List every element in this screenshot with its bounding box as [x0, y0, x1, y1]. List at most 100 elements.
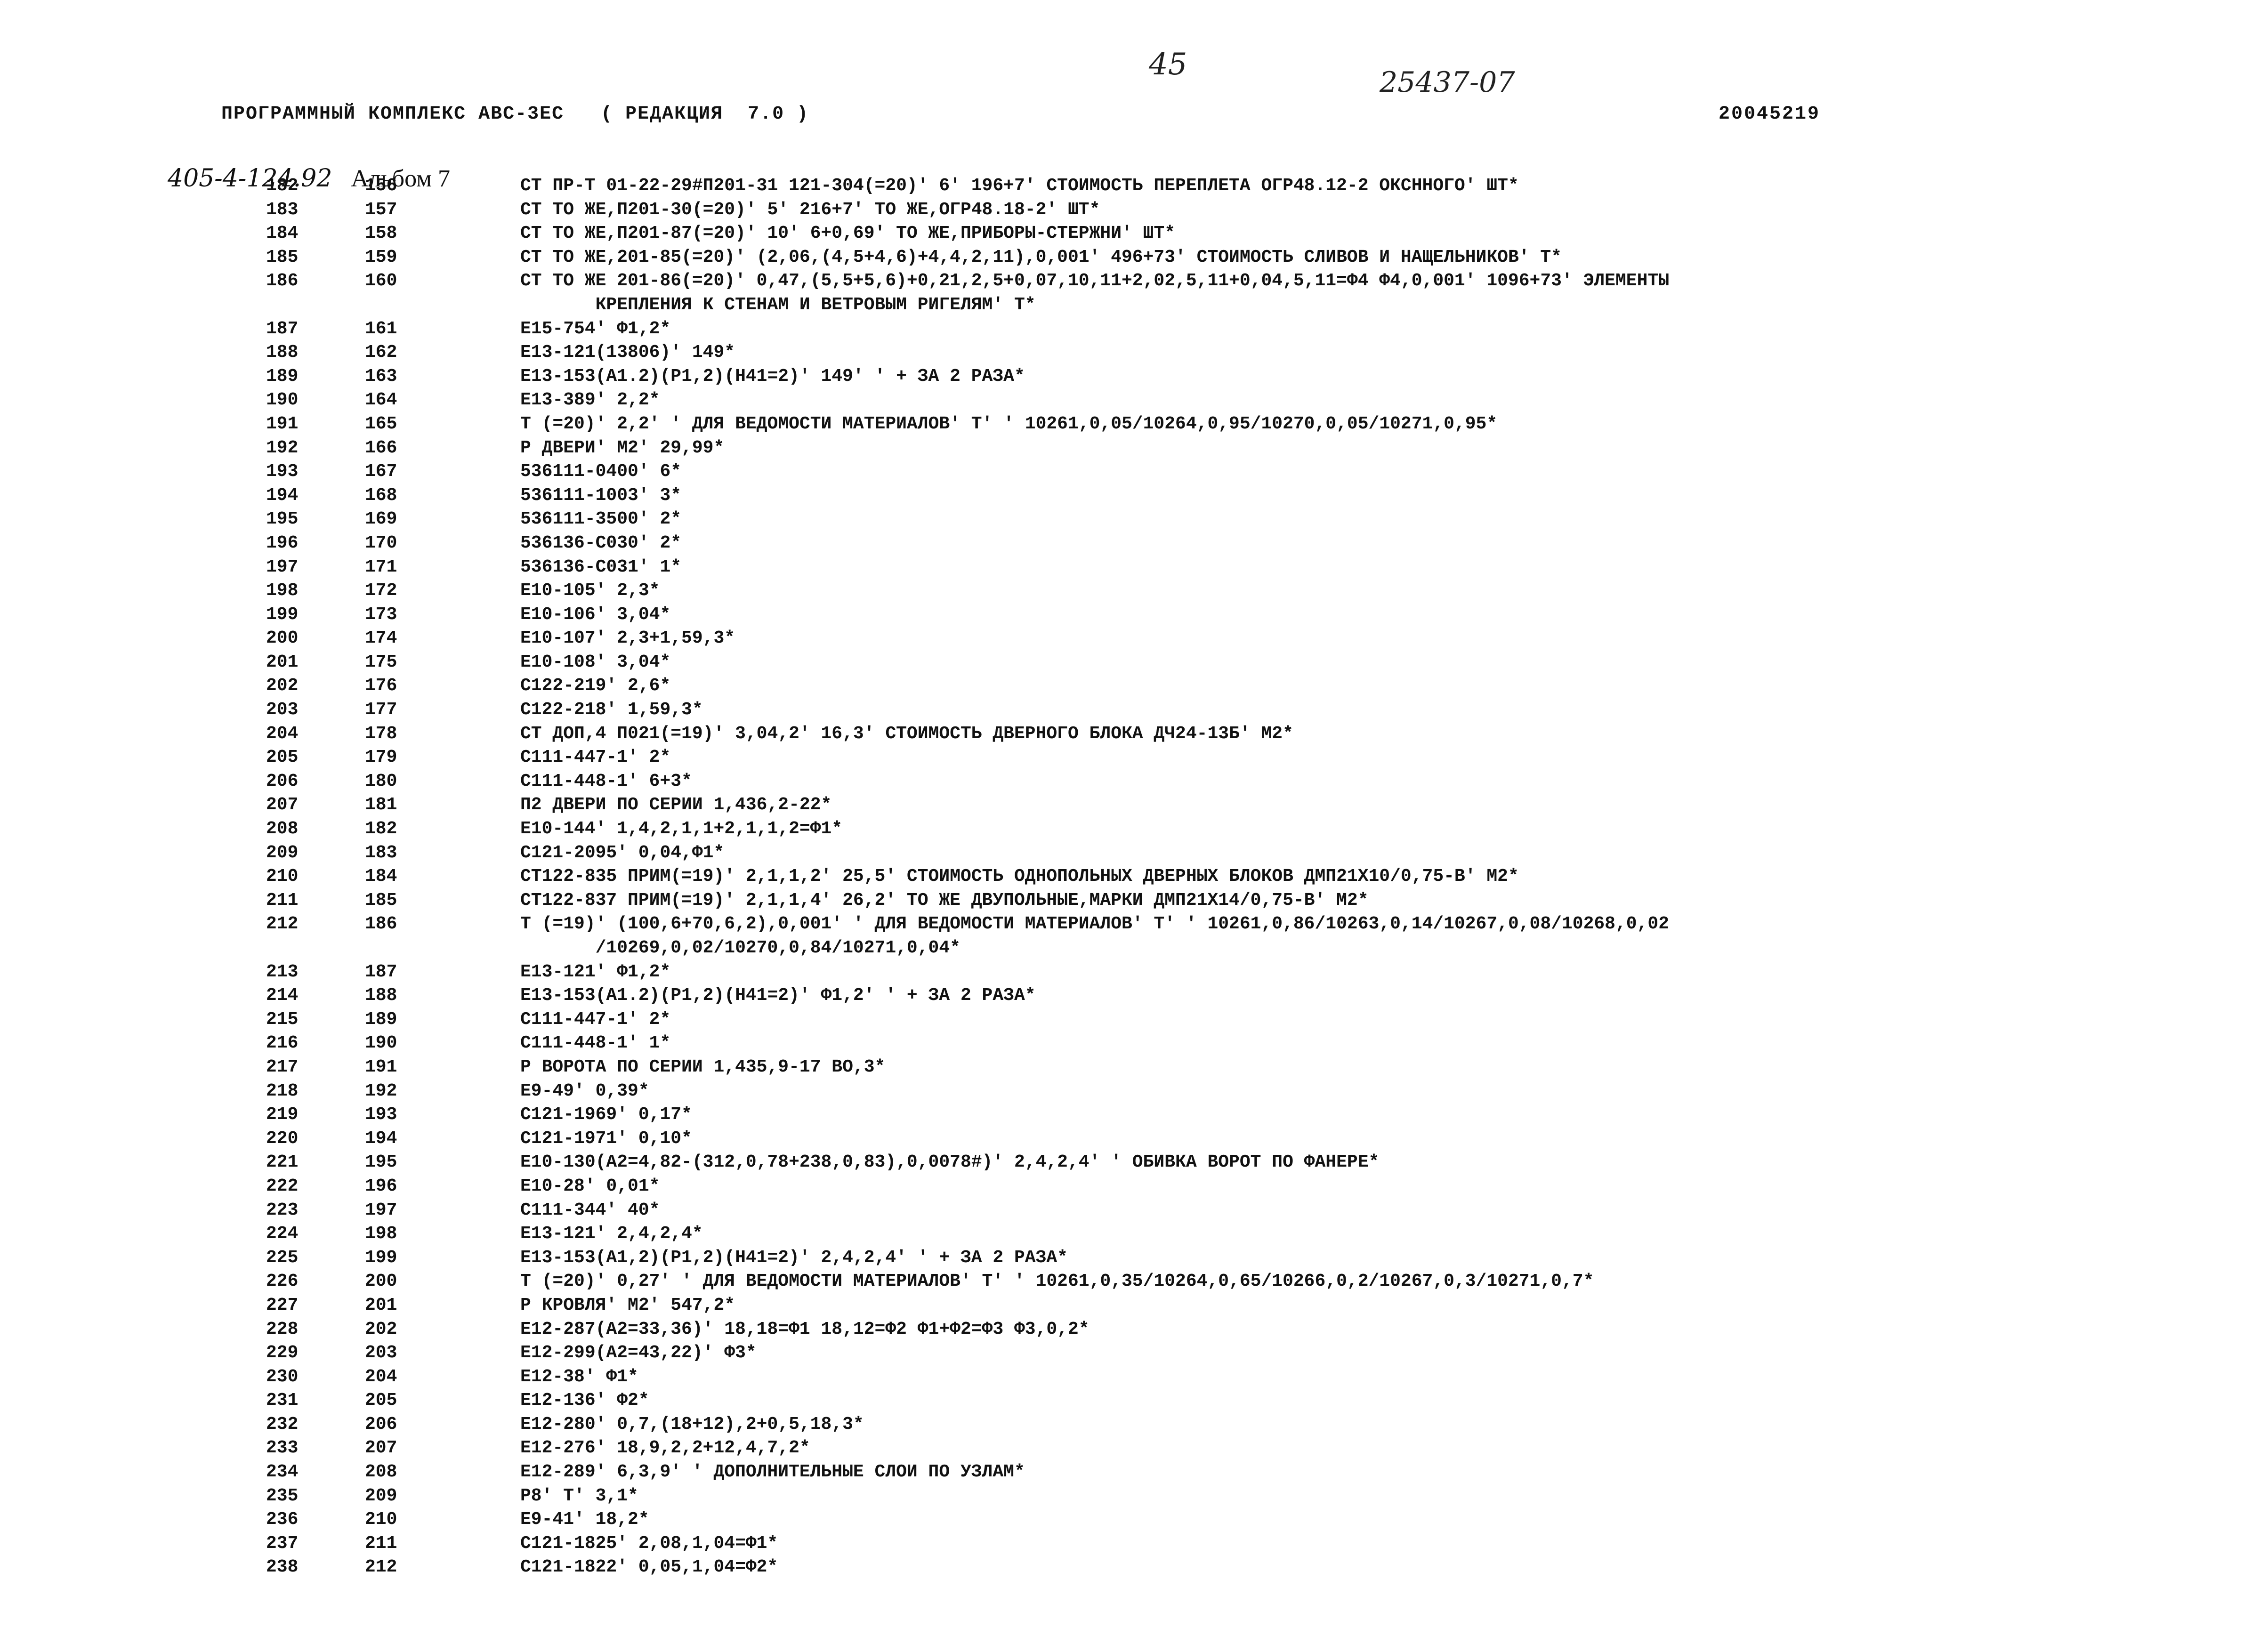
statement-text: Е13-121' Ф1,2* — [520, 961, 671, 982]
statement-number: 178 — [365, 723, 397, 744]
statement-number: 168 — [365, 485, 397, 506]
listing-line: 224 198 Е13-121' 2,4,2,4* — [0, 1222, 2252, 1246]
statement-number: 203 — [365, 1343, 397, 1363]
listing-line: 187 161 Е15-754' Ф1,2* — [0, 317, 2252, 341]
listing-line: 215 189 С111-447-1' 2* — [0, 1008, 2252, 1032]
statement-number: 176 — [365, 676, 397, 696]
listing-line: 183 157 СТ ТО ЖЕ,П201-30(=20)' 5' 216+7' Т… — [0, 198, 2252, 222]
line-number: 215 — [266, 1009, 299, 1030]
statement-text: Е10-28' 0,01* — [520, 1176, 660, 1196]
line-number: 192 — [266, 437, 299, 458]
listing-line: 209 183 С121-2095' 0,04,Ф1* — [0, 841, 2252, 865]
statement-text: СТ122-837 ПРИМ(=19)' 2,1,1,4' 26,2' ТО Ж… — [520, 890, 1369, 911]
statement-text: СТ ТО ЖЕ,П201-30(=20)' 5' 216+7' ТО ЖЕ,О… — [520, 199, 1100, 220]
statement-number: 195 — [365, 1152, 397, 1173]
listing-line: 199 173 Е10-106' 3,04* — [0, 603, 2252, 627]
line-number: 217 — [266, 1056, 299, 1077]
listing-line: 225 199 Е13-153(А1,2)(Р1,2)(Н41=2)' 2,4,2,… — [0, 1246, 2252, 1270]
line-number: 207 — [266, 795, 299, 815]
line-number: 237 — [266, 1533, 299, 1554]
statement-number: 202 — [365, 1319, 397, 1339]
line-number: 184 — [266, 223, 299, 244]
statement-number: 156 — [365, 176, 397, 196]
statement-number: 169 — [365, 509, 397, 530]
line-number: 224 — [266, 1224, 299, 1244]
listing-line: 234 208 Е12-289' 6,3,9' ' ДОПОЛНИТЕЛЬНЫЕ С… — [0, 1460, 2252, 1484]
line-number: 200 — [266, 628, 299, 649]
listing-line: 217 191 Р ВОРОТА ПО СЕРИИ 1,435,9-17 ВО,3* — [0, 1056, 2252, 1080]
statement-text: С121-1969' 0,17* — [520, 1104, 692, 1125]
listing-line: 195 169 536111-3500' 2* — [0, 508, 2252, 532]
line-number: 199 — [266, 604, 299, 625]
statement-number: 174 — [365, 628, 397, 649]
listing-line: 182 156 СТ ПР-Т 01-22-29#П201-31 121-304(=… — [0, 174, 2252, 198]
listing-line: 216 190 С111-448-1' 1* — [0, 1031, 2252, 1056]
listing-line: 208 182 Е10-144' 1,4,2,1,1+2,1,1,2=Ф1* — [0, 817, 2252, 841]
statement-text: С121-1971' 0,10* — [520, 1128, 692, 1149]
line-number: 226 — [266, 1271, 299, 1292]
listing-line: 237 211 С121-1825' 2,08,1,04=Ф1* — [0, 1532, 2252, 1556]
line-number: 233 — [266, 1438, 299, 1459]
statement-number: 212 — [365, 1557, 397, 1578]
listing-line: 212 186 Т (=19)' (100,6+70,6,2),0,001' ' Д… — [0, 912, 2252, 936]
line-number: 194 — [266, 485, 299, 506]
statement-number: 200 — [365, 1271, 397, 1292]
line-number: 209 — [266, 842, 299, 863]
line-number: 220 — [266, 1128, 299, 1149]
statement-number: 167 — [365, 461, 397, 482]
line-number: 205 — [266, 747, 299, 768]
listing-line: 200 174 Е10-107' 2,3+1,59,3* — [0, 627, 2252, 651]
listing-line: 207 181 П2 ДВЕРИ ПО СЕРИИ 1,436,2-22* — [0, 793, 2252, 817]
statement-text: Т (=19)' (100,6+70,6,2),0,001' ' ДЛЯ ВЕД… — [520, 914, 1669, 935]
line-number: 187 — [266, 318, 299, 339]
statement-number: 205 — [365, 1390, 397, 1411]
listing-line: 210 184 СТ122-835 ПРИМ(=19)' 2,1,1,2' 25,5… — [0, 865, 2252, 889]
statement-text: Е15-754' Ф1,2* — [520, 318, 671, 339]
listing-line: 230 204 Е12-38' Ф1* — [0, 1365, 2252, 1389]
statement-number: 187 — [365, 961, 397, 982]
statement-text: С111-448-1' 1* — [520, 1033, 671, 1054]
line-number: 208 — [266, 819, 299, 839]
listing-line: 186 160 СТ ТО ЖЕ 201-86(=20)' 0,47,(5,5+5,… — [0, 269, 2252, 293]
line-number: 227 — [266, 1295, 299, 1315]
listing-line: 231 205 Е12-136' Ф2* — [0, 1389, 2252, 1413]
listing-line: 202 176 С122-219' 2,6* — [0, 674, 2252, 698]
statement-number: 194 — [365, 1128, 397, 1149]
listing-line: 236 210 Е9-41' 18,2* — [0, 1508, 2252, 1532]
line-number: 197 — [266, 556, 299, 577]
statement-text: /10269,0,02/10270,0,84/10271,0,04* — [520, 938, 961, 958]
listing-line: 184 158 СТ ТО ЖЕ,П201-87(=20)' 10' 6+0,69'… — [0, 222, 2252, 246]
line-number: 196 — [266, 532, 299, 553]
line-number: 238 — [266, 1557, 299, 1578]
statement-text: Е10-108' 3,04* — [520, 652, 671, 672]
statement-number: 196 — [365, 1176, 397, 1196]
listing-line: 226 200 Т (=20)' 0,27' ' ДЛЯ ВЕДОМОСТИ МАТ… — [0, 1270, 2252, 1294]
statement-number: 166 — [365, 437, 397, 458]
statement-text: Е10-130(А2=4,82-(312,0,78+238,0,83),0,00… — [520, 1152, 1380, 1173]
listing-line: 205 179 С111-447-1' 2* — [0, 746, 2252, 770]
listing-continuation-line: КРЕПЛЕНИЯ К СТЕНАМ И ВЕТРОВЫМ РИГЕЛЯМ' Т… — [0, 293, 2252, 317]
statement-text: Е13-121(13806)' 149* — [520, 342, 735, 363]
page-number: 45 — [1149, 47, 1187, 82]
line-number: 230 — [266, 1366, 299, 1387]
listing-line: 203 177 С122-218' 1,59,3* — [0, 698, 2252, 722]
listing-line: 228 202 Е12-287(А2=33,36)' 18,18=Ф1 18,12=… — [0, 1318, 2252, 1342]
statement-number: 159 — [365, 247, 397, 267]
statement-number: 163 — [365, 366, 397, 387]
statement-text: СТ ТО ЖЕ 201-86(=20)' 0,47,(5,5+5,6)+0,2… — [520, 271, 1669, 291]
statement-number: 204 — [365, 1366, 397, 1387]
line-number: 210 — [266, 866, 299, 887]
statement-text: Е9-41' 18,2* — [520, 1509, 649, 1530]
statement-number: 161 — [365, 318, 397, 339]
statement-text: П2 ДВЕРИ ПО СЕРИИ 1,436,2-22* — [520, 795, 832, 815]
statement-text: С122-219' 2,6* — [520, 676, 671, 696]
statement-number: 177 — [365, 700, 397, 720]
line-number: 222 — [266, 1176, 299, 1196]
line-number: 183 — [266, 199, 299, 220]
statement-text: Р8' Т' 3,1* — [520, 1485, 638, 1506]
statement-text: С111-344' 40* — [520, 1200, 660, 1220]
statement-text: 536136-С031' 1* — [520, 556, 682, 577]
statement-text: Е12-280' 0,7,(18+12),2+0,5,18,3* — [520, 1414, 864, 1434]
line-number: 185 — [266, 247, 299, 267]
statement-number: 188 — [365, 985, 397, 1006]
